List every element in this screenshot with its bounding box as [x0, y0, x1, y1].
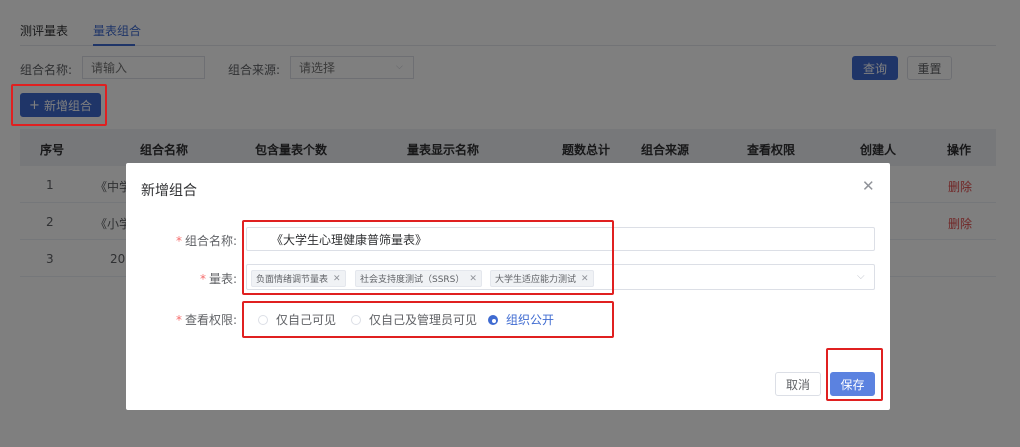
chevron-down-icon: ⌵ [857, 271, 865, 282]
close-icon[interactable]: ✕ [862, 177, 875, 195]
scale-tag: 负面情绪调节量表 ✕ [251, 270, 346, 287]
radio-circle-icon [258, 314, 268, 325]
scales-label: * 量表: [200, 272, 238, 286]
add-combo-dialog: 新增组合 ✕ *组合名称: *量表: 负面情绪调节量表✕ 社会支持度测试（SSR… [126, 163, 890, 410]
combo-name-input[interactable] [246, 227, 875, 251]
dialog-title: 新增组合 [141, 183, 197, 199]
radio-org-public[interactable]: 组织公开 [488, 311, 554, 328]
scales-multiselect[interactable]: 负面情绪调节量表 ✕ 社会支持度测试（SSRS） ✕ 大学生适应能力测试 ✕ ⌵ [246, 264, 875, 290]
radio-selected-icon [488, 314, 498, 325]
radio-only-me[interactable]: 仅自己可见 [258, 311, 336, 328]
permission-label: * 查看权限: [176, 313, 238, 327]
cancel-button[interactable]: 取消 [775, 372, 821, 396]
tag-close-icon[interactable]: ✕ [469, 274, 477, 284]
tag-close-icon[interactable]: ✕ [581, 274, 589, 284]
combo-name-label: * 组合名称: [176, 234, 238, 248]
radio-me-and-admin[interactable]: 仅自己及管理员可见 [351, 311, 477, 328]
scale-tag: 大学生适应能力测试 ✕ [490, 270, 594, 287]
save-button[interactable]: 保存 [830, 372, 875, 396]
radio-circle-icon [351, 314, 361, 325]
scale-tag: 社会支持度测试（SSRS） ✕ [355, 270, 482, 287]
tag-close-icon[interactable]: ✕ [333, 274, 341, 284]
